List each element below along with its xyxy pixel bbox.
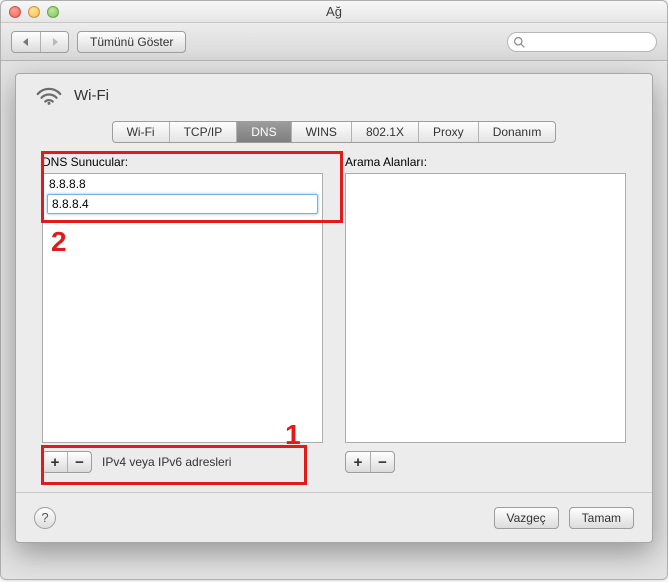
titlebar: Ağ	[1, 1, 667, 23]
tab-donanm[interactable]: Donanım	[478, 122, 556, 142]
dns-server-row[interactable]: 8.8.8.8	[43, 174, 322, 194]
window-title: Ağ	[326, 4, 342, 19]
triangle-right-icon	[50, 37, 60, 47]
search-domains-addremove-row: + −	[345, 451, 626, 473]
search-icon	[513, 36, 526, 49]
tab-8021x[interactable]: 802.1X	[351, 122, 418, 142]
dns-servers-list[interactable]: 8.8.8.88.8.8.4	[42, 173, 323, 443]
preferences-window: Ağ Tümünü Göster Wi-Fi Wi-FiTCP/IPDNSWIN…	[0, 0, 668, 580]
zoom-icon[interactable]	[47, 6, 59, 18]
sd-remove-button[interactable]: −	[370, 452, 394, 473]
tab-tcpip[interactable]: TCP/IP	[169, 122, 237, 142]
dns-remove-button[interactable]: −	[67, 452, 91, 473]
dns-hint: IPv4 veya IPv6 adresleri	[102, 455, 231, 469]
toolbar: Tümünü Göster	[1, 23, 667, 61]
nav-back-forward	[11, 31, 69, 53]
dns-server-row[interactable]: 8.8.8.4	[47, 194, 318, 214]
search-domains-list[interactable]	[345, 173, 626, 443]
sheet-footer: ? Vazgeç Tamam	[16, 492, 652, 542]
annotation-number-1: 1	[285, 419, 301, 451]
settings-sheet: Wi-Fi Wi-FiTCP/IPDNSWINS802.1XProxyDonan…	[15, 73, 653, 543]
ok-button[interactable]: Tamam	[569, 507, 634, 529]
sd-add-button[interactable]: +	[346, 452, 370, 473]
tab-dns[interactable]: DNS	[236, 122, 290, 142]
close-icon[interactable]	[9, 6, 21, 18]
tab-wins[interactable]: WINS	[291, 122, 351, 142]
search-domains-column: Arama Alanları: + −	[345, 155, 626, 473]
dns-servers-label: DNS Sunucular:	[42, 155, 323, 169]
tab-wifi[interactable]: Wi-Fi	[113, 122, 169, 142]
section-title: Wi-Fi	[74, 87, 109, 104]
search-domains-label: Arama Alanları:	[345, 155, 626, 169]
dns-addremove-row: + − IPv4 veya IPv6 adresleri	[42, 451, 323, 473]
annotation-number-2: 2	[51, 226, 67, 258]
search-field[interactable]	[507, 32, 657, 52]
tab-bar: Wi-FiTCP/IPDNSWINS802.1XProxyDonanım	[16, 121, 652, 143]
dns-panel: DNS Sunucular: 8.8.8.88.8.8.4 + − IPv4 v…	[16, 155, 652, 473]
tab-proxy[interactable]: Proxy	[418, 122, 478, 142]
triangle-left-icon	[21, 37, 31, 47]
help-button[interactable]: ?	[34, 507, 56, 529]
section-header: Wi-Fi	[16, 82, 652, 115]
forward-button[interactable]	[40, 32, 68, 53]
back-button[interactable]	[12, 32, 40, 53]
search-input[interactable]	[530, 33, 648, 51]
dns-add-button[interactable]: +	[43, 452, 67, 473]
minimize-icon[interactable]	[28, 6, 40, 18]
traffic-lights	[9, 6, 59, 18]
dns-servers-column: DNS Sunucular: 8.8.8.88.8.8.4 + − IPv4 v…	[42, 155, 323, 473]
show-all-button[interactable]: Tümünü Göster	[77, 31, 186, 53]
cancel-button[interactable]: Vazgeç	[494, 507, 559, 529]
wifi-icon	[34, 82, 64, 109]
